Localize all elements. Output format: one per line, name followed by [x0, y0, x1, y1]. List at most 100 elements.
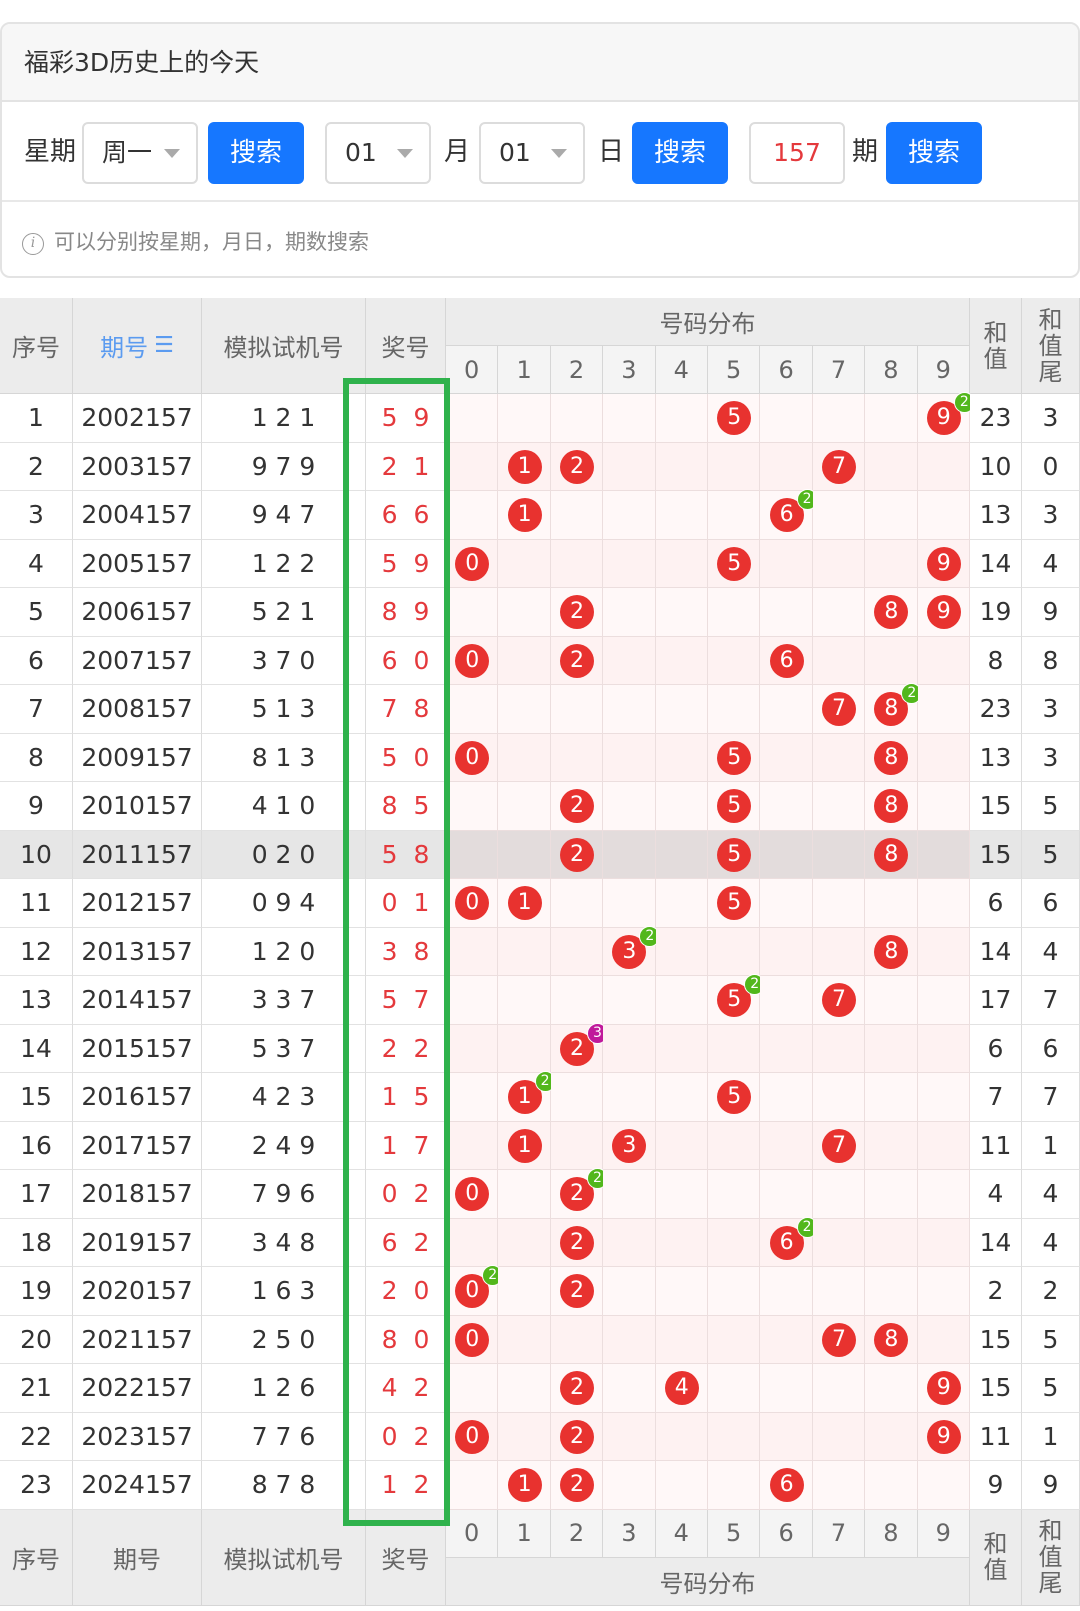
weekday-search-button[interactable]: 搜索	[208, 122, 304, 184]
digit-cell	[498, 1218, 551, 1267]
digit-cell	[655, 491, 708, 540]
digit-cell	[603, 782, 656, 831]
digit-cell	[865, 1024, 918, 1073]
footer-digit: 1	[498, 1509, 551, 1558]
digit-cell: 7	[812, 1121, 866, 1170]
digit-cell: 62	[760, 489, 818, 540]
digit-cell	[812, 733, 866, 782]
chevron-down-icon	[551, 149, 567, 158]
digit-cell	[655, 1170, 708, 1219]
month-select[interactable]: 01	[325, 122, 431, 184]
footer-digit: 8	[865, 1509, 918, 1558]
weekday-select[interactable]: 周一	[82, 122, 198, 184]
digit-cell	[603, 685, 656, 734]
digit-cell: 9	[917, 1364, 970, 1413]
chevron-down-icon	[164, 149, 180, 158]
digit-cell	[655, 588, 708, 637]
row-seq: 9	[0, 782, 73, 831]
digit-ball: 5	[717, 1080, 752, 1114]
footer-dist: 号码分布	[446, 1557, 970, 1606]
digit-cell	[446, 927, 499, 976]
digit-cell	[446, 1218, 499, 1267]
row-prize: 6 0 2	[366, 636, 446, 723]
digit-ball: 5	[717, 837, 752, 872]
digit-cell	[917, 879, 970, 928]
digit-cell	[498, 1315, 551, 1364]
day-select[interactable]: 01	[479, 122, 585, 184]
digit-cell	[812, 1218, 866, 1267]
digit-cell	[446, 1364, 499, 1413]
row-sum: 9	[970, 1461, 1022, 1510]
row-seq: 12	[0, 927, 73, 976]
digit-cell: 0	[446, 1412, 499, 1461]
digit-cell	[760, 879, 813, 928]
row-seq: 23	[0, 1461, 73, 1510]
row-sum-tail: 3	[1022, 685, 1080, 734]
digit-cell	[498, 782, 551, 831]
digit-cell	[603, 879, 656, 928]
issue-input[interactable]: 157	[749, 122, 845, 184]
row-prize: 1 5 1	[366, 1073, 446, 1159]
digit-cell	[550, 879, 604, 928]
digit-cell: 52	[708, 974, 766, 1025]
sort-icon[interactable]: ☰	[154, 333, 174, 358]
digit-cell	[498, 1267, 551, 1316]
digit-cell: 8	[865, 733, 918, 782]
digit-ball: 3	[612, 1128, 647, 1163]
row-sim: 5 1 3	[202, 685, 366, 734]
footer-issue: 期号	[73, 1509, 202, 1606]
digit-cell	[708, 1267, 761, 1316]
table-row: 820091578 1 35 0 8058133	[0, 733, 1080, 820]
digit-cell	[655, 1121, 708, 1170]
digit-cell: 32	[603, 925, 661, 976]
digit-cell	[498, 588, 551, 637]
digit-cell	[812, 588, 866, 637]
digit-cell	[917, 927, 970, 976]
digit-cell	[446, 782, 499, 831]
table-row: 420051571 2 25 9 0059144	[0, 539, 1080, 626]
digit-ball: 7	[821, 692, 856, 726]
digit-ball: 2	[559, 1371, 594, 1405]
digit-ball: 2	[559, 1225, 594, 1260]
row-seq: 5	[0, 588, 73, 637]
digit-ball: 7	[821, 449, 856, 484]
row-issue: 2015157	[73, 1024, 202, 1073]
row-sum-tail: 3	[1022, 394, 1080, 443]
digit-cell	[708, 685, 761, 734]
digit-ball: 9	[926, 1419, 961, 1454]
header-issue[interactable]: 期号 ☰	[73, 298, 202, 394]
row-sum: 8	[970, 636, 1022, 685]
digit-cell	[708, 1315, 761, 1364]
row-seq: 16	[0, 1121, 73, 1170]
row-sum: 23	[970, 685, 1022, 734]
digit-cell	[865, 976, 918, 1025]
digit-cell: 8	[865, 1315, 918, 1364]
row-sum-tail: 4	[1022, 927, 1080, 976]
table-row: 2320241578 7 81 2 6 12 6 99	[0, 1461, 1080, 1547]
date-search-button[interactable]: 搜索	[632, 122, 728, 184]
digit-cell	[812, 636, 866, 685]
digit-cell: 2	[550, 442, 604, 491]
digit-ball: 5	[717, 740, 752, 775]
search-tip: i 可以分别按星期，月日，期数搜索	[22, 222, 369, 262]
digit-cell: 1	[498, 879, 551, 928]
row-sum: 15	[970, 1364, 1022, 1413]
row-issue: 2017157	[73, 1121, 202, 1170]
footer-sum-tail: 和值尾	[1022, 1509, 1080, 1606]
digit-cell	[865, 1364, 918, 1413]
digit-cell: 0	[446, 636, 499, 685]
table-row: 320041579 4 76 6 1162133	[0, 489, 1080, 577]
panel-title: 福彩3D历史上的今天	[2, 24, 1078, 102]
digit-cell	[917, 976, 970, 1025]
row-prize: 5 9 9	[366, 394, 446, 480]
digit-cell	[812, 927, 866, 976]
digit-cell	[655, 927, 708, 976]
row-prize: 0 2 9	[366, 1412, 446, 1499]
issue-search-button[interactable]: 搜索	[886, 122, 982, 184]
digit-cell: 9	[917, 539, 970, 588]
digit-ball: 02	[455, 1265, 504, 1308]
row-seq: 15	[0, 1073, 73, 1122]
digit-ball: 92	[926, 392, 975, 435]
digit-cell: 4	[655, 1364, 708, 1413]
row-sum-tail: 1	[1022, 1412, 1080, 1461]
